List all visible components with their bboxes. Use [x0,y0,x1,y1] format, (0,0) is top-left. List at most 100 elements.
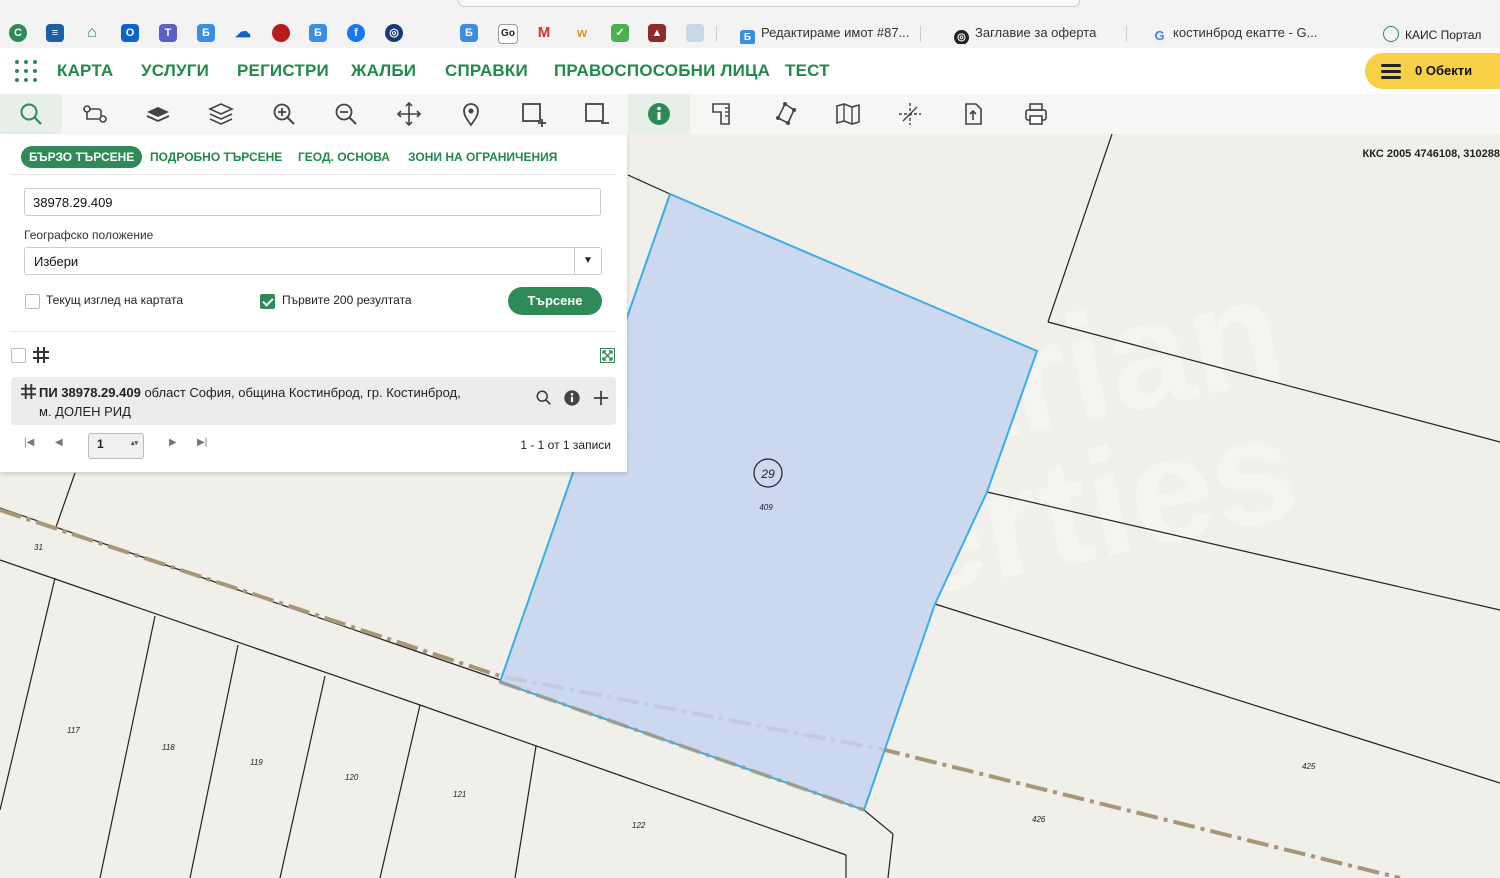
address-bar-edge [458,0,1080,7]
facebook-icon[interactable]: f [347,24,365,42]
layers-icon [208,103,234,125]
layer-tool-button[interactable] [127,94,189,134]
first-page-icon[interactable]: |◀ [24,437,34,448]
bookmark-icon-9[interactable]: Б [309,24,327,42]
nav-item-services[interactable]: УСЛУГИ [141,61,209,81]
tab-kais-portal[interactable]: КАИС Портал [1383,26,1481,42]
next-page-icon[interactable]: ▶ [169,437,177,448]
result-zoom-button[interactable] [534,388,554,408]
result-desc-2: м. ДОЛЕН РИД [39,404,131,419]
tab-detailed-search[interactable]: ПОДРОБНО ТЪРСЕНЕ [150,146,282,168]
geo-position-label: Географско положение [24,228,154,242]
export-button[interactable] [942,94,1004,134]
bookmark-icon-18[interactable]: ▲ [648,24,666,42]
bookmark-icon-19[interactable] [686,24,704,42]
grid-icon [33,347,49,363]
map-view-button[interactable] [817,94,879,134]
nav-item-test[interactable]: ТЕСТ [785,61,830,81]
current-view-label: Текущ изглед на картата [46,293,184,307]
nav-item-map[interactable]: КАРТА [57,61,113,81]
tab-google-search[interactable]: Gкостинброд екатте - G... [1152,22,1332,44]
nav-item-reports[interactable]: СПРАВКИ [445,61,528,81]
page-number-input[interactable]: 1 ▴▾ [88,433,144,459]
search-input[interactable]: 38978.29.409 [24,188,601,216]
home-icon[interactable]: ⌂ [83,24,101,42]
bookmark-icon-6[interactable]: Б [197,24,215,42]
info-tool-button[interactable] [628,94,690,134]
tab-restriction-zones[interactable]: ЗОНИ НА ОГРАНИЧЕНИЯ [408,146,557,168]
layers-tool-button[interactable] [190,94,252,134]
google-icon: G [1154,28,1165,43]
divider [10,331,615,332]
prev-page-icon[interactable]: ◀ [55,437,63,448]
search-button[interactable]: Търсене [508,287,602,315]
bookmark-icon-w[interactable]: w [573,24,591,42]
first-200-checkbox[interactable] [260,294,275,309]
print-icon [1025,103,1047,125]
info-icon [564,390,580,406]
map-icon [836,103,860,125]
tab-offer-title[interactable]: ◎ Заглавие за оферта [954,22,1124,44]
zoom-in-button[interactable] [253,94,315,134]
info-icon [648,103,670,125]
tab-label: Заглавие за оферта [975,25,1097,40]
result-add-button[interactable] [591,388,611,408]
zoom-out-button[interactable] [315,94,377,134]
search-icon [536,390,551,405]
route-tool-button[interactable] [64,94,126,134]
grid-icon [21,384,36,399]
tab-geodetic-base[interactable]: ГЕОД. ОСНОВА [298,146,390,168]
select-all-checkbox[interactable] [11,348,26,363]
tab-edit-property[interactable]: Б Редактираме имот #87... [740,22,925,44]
search-tool-button[interactable] [0,94,62,134]
map-label: 120 [345,773,359,782]
marker-button[interactable] [440,94,502,134]
bookmark-icon-17[interactable]: ✓ [611,24,629,42]
objects-button[interactable]: 0 Обекти [1365,53,1500,89]
select-area-remove-icon [585,103,609,124]
apps-grid-icon[interactable] [15,60,39,84]
tab-label: Редактираме имот #87... [761,25,910,40]
result-text: ПИ 38978.29.409 област София, община Кос… [39,383,509,421]
bookmark-icon-8[interactable] [272,24,290,42]
onedrive-icon[interactable]: ☁ [234,24,252,42]
map-label: 121 [453,790,466,799]
geo-position-select[interactable]: Избери ▼ [24,247,602,275]
crosshair-button[interactable] [879,94,941,134]
select-area-add-button[interactable] [503,94,565,134]
expand-icon[interactable] [600,348,615,363]
menu-icon [1381,64,1401,79]
bookmark-icon-go[interactable]: Go [498,24,518,44]
polygon-button[interactable] [754,94,816,134]
current-view-checkbox[interactable] [25,294,40,309]
kais-icon [1383,26,1399,42]
map-label: 118 [162,743,175,752]
result-info-button[interactable] [562,388,582,408]
teams-icon[interactable]: T [159,24,177,42]
select-area-remove-button[interactable] [566,94,628,134]
bookmark-icon-2[interactable]: ≡ [46,24,64,42]
separator [1126,26,1127,42]
print-button[interactable] [1005,94,1067,134]
bookmark-icon-1[interactable]: C [9,24,27,42]
outlook-icon[interactable]: O [121,24,139,42]
tab-quick-search[interactable]: БЪРЗО ТЪРСЕНЕ [21,146,143,168]
bookmark-icon-11[interactable]: ◎ [385,24,403,42]
search-panel: БЪРЗО ТЪРСЕНЕ ПОДРОБНО ТЪРСЕНЕ ГЕОД. ОСН… [0,134,627,472]
pan-icon [396,101,422,127]
polygon-icon [776,102,796,125]
measure-button[interactable] [691,94,753,134]
last-page-icon[interactable]: ▶| [197,437,207,448]
map-label: 119 [250,758,263,767]
pan-button[interactable] [378,94,440,134]
nav-item-registers[interactable]: РЕГИСТРИ [237,61,329,81]
nav-item-licensed-persons[interactable]: ПРАВОСПОСОБНИ ЛИЦА [554,61,770,81]
gmail-icon[interactable]: M [535,24,553,42]
apple-icon[interactable] [423,24,441,42]
nav-item-complaints[interactable]: ЖАЛБИ [351,61,416,81]
zoom-out-icon [335,103,357,125]
result-row[interactable]: ПИ 38978.29.409 област София, община Кос… [11,377,616,425]
first-200-label: Първите 200 резултата [282,293,412,307]
bookmark-icon-13[interactable]: Б [460,24,478,42]
separator [920,26,921,42]
